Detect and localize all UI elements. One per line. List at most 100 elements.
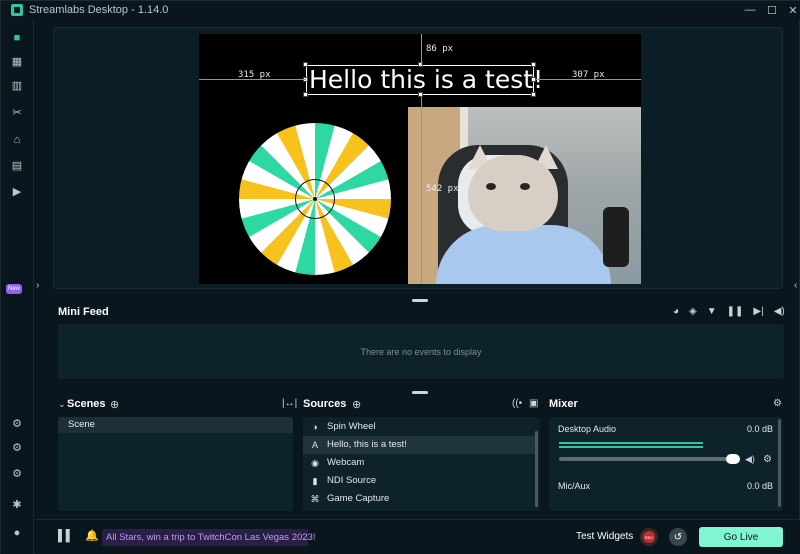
stats-icon[interactable]: ▌▌ <box>58 530 74 542</box>
gamepad-icon: ⌘ <box>310 494 320 504</box>
app-window: Streamlabs Desktop - 1.14.0 — ☐ ✕ ■ ▦ ▥ … <box>0 0 800 554</box>
maximize-button[interactable]: ☐ <box>761 1 783 19</box>
resize-splitter-top[interactable] <box>412 299 428 302</box>
sources-scrollbar[interactable] <box>535 431 538 507</box>
mini-feed-empty-text: There are no events to display <box>360 346 482 357</box>
channel-settings-gear-icon[interactable]: ⚙ <box>763 454 772 465</box>
themes-icon[interactable]: ✂ <box>10 106 24 120</box>
window-title: Streamlabs Desktop - 1.14.0 <box>29 4 169 16</box>
mini-feed-box: There are no events to display <box>58 324 784 379</box>
record-dot-icon: REC <box>643 531 655 543</box>
settings-icon[interactable]: ✱ <box>10 498 24 512</box>
cat-eye-right <box>520 183 530 190</box>
pie-icon[interactable]: ◕ <box>673 306 679 320</box>
replay-buffer-icon[interactable]: ↺ <box>669 528 687 546</box>
source-name: Spin Wheel <box>327 421 376 432</box>
speaker-icon[interactable]: ◀) <box>774 306 785 320</box>
title-bar: Streamlabs Desktop - 1.14.0 — ☐ ✕ <box>1 1 800 19</box>
pause-icon[interactable]: ❚❚ <box>727 306 744 320</box>
volume-slider-track[interactable] <box>559 457 737 461</box>
sources-list: ◑ Spin Wheel A Hello, this is a test! ◉ … <box>303 417 540 511</box>
app-store-icon[interactable]: ⌂ <box>10 133 24 147</box>
ndi-icon: ▮ <box>312 476 318 486</box>
mixer-scrollbar[interactable] <box>778 419 781 507</box>
guide-top-label: 86 px <box>426 44 454 54</box>
go-live-button[interactable]: Go Live <box>699 527 783 547</box>
source-item[interactable]: ◉ Webcam <box>303 454 535 472</box>
source-name: NDI Source <box>327 475 377 486</box>
mixer-channel-db: 0.0 dB <box>746 424 773 434</box>
mini-feed-controls: ◕ ◈ ▼ ❚❚ ▶| ◀) <box>673 306 785 320</box>
record-button[interactable]: REC <box>640 528 658 546</box>
minimize-button[interactable]: — <box>739 1 761 19</box>
studio-mode-icon[interactable]: ▥ <box>10 79 24 93</box>
cat-eye-left <box>486 183 496 190</box>
shield-icon[interactable]: ◈ <box>689 306 697 320</box>
scene-transition-icon[interactable]: |↔| <box>282 398 297 409</box>
resize-handle-bl[interactable] <box>303 92 308 97</box>
layout-icon[interactable]: ▦ <box>10 55 24 69</box>
skip-icon[interactable]: ▶| <box>753 306 763 320</box>
webcam-feed[interactable] <box>408 107 641 284</box>
highlighter-icon[interactable]: ▤ <box>10 159 24 173</box>
mixer-channel-name: Mic/Aux <box>558 481 591 491</box>
mixer-title: Mixer <box>549 398 578 410</box>
filter-icon[interactable]: ▼ <box>707 306 717 320</box>
streamlabs-logo-icon <box>11 4 23 16</box>
scene-name: Scene <box>68 419 95 430</box>
prime-icon[interactable]: ⚙ <box>10 467 24 481</box>
play-icon[interactable]: ▶ <box>10 185 24 199</box>
webcam-person-body <box>436 225 611 284</box>
settings-gear-icon[interactable]: ⚙ <box>10 417 24 431</box>
promo-banner[interactable]: All Stars, win a trip to TwitchCon Las V… <box>102 529 315 546</box>
source-item[interactable]: ▮ NDI Source <box>303 472 535 490</box>
spin-wheel-center <box>313 197 317 201</box>
resize-handle-br[interactable] <box>531 92 536 97</box>
scenes-list: Scene <box>58 417 293 511</box>
source-name: Webcam <box>327 457 365 468</box>
new-badge: New <box>6 284 22 294</box>
chevron-left-icon[interactable]: ‹ <box>794 280 797 291</box>
chevron-down-icon[interactable]: ⌄ <box>58 399 66 410</box>
editor-icon[interactable]: ■ <box>10 31 24 45</box>
guide-right-label: 307 px <box>572 70 605 80</box>
profile-icon[interactable]: ● <box>10 526 24 540</box>
webcam-lamp <box>603 207 629 267</box>
mixer-channel-db: 0.0 dB <box>746 481 773 491</box>
close-button[interactable]: ✕ <box>782 1 800 19</box>
notification-bell-icon[interactable]: 🔔 <box>85 529 99 542</box>
text-icon: A <box>311 440 318 450</box>
resize-handle-tr[interactable] <box>531 62 536 67</box>
scene-item[interactable]: Scene <box>58 417 293 433</box>
audio-meter-bar <box>559 446 703 448</box>
spin-wheel-icon: ◑ <box>312 422 318 432</box>
guide-left-label: 315 px <box>238 70 271 80</box>
guide-top <box>421 34 422 65</box>
volume-slider-knob[interactable] <box>726 454 740 464</box>
source-item[interactable]: A Hello, this is a test! <box>303 436 535 454</box>
source-item[interactable]: ◑ Spin Wheel <box>303 418 535 436</box>
ultra-icon[interactable]: ⚙ <box>10 441 24 455</box>
test-widgets-button[interactable]: Test Widgets <box>576 531 633 542</box>
resize-splitter-bottom[interactable] <box>412 391 428 394</box>
add-scene-icon[interactable]: ⊕ <box>110 398 119 411</box>
add-folder-icon[interactable]: ▣ <box>529 398 538 409</box>
sidebar: ■ ▦ ▥ ✂ ⌂ ▤ ▶ New ⚙ ⚙ ⚙ ✱ ● <box>1 19 34 554</box>
cat-face <box>468 155 558 231</box>
speaker-mute-icon[interactable]: ◀) <box>745 454 755 465</box>
mixer-settings-gear-icon[interactable]: ⚙ <box>773 398 782 409</box>
mixer-channel-name: Desktop Audio <box>558 424 617 434</box>
add-source-icon[interactable]: ⊕ <box>352 398 361 411</box>
source-item[interactable]: ⌘ Game Capture <box>303 490 535 508</box>
sources-title: Sources <box>303 398 347 410</box>
mini-feed-title: Mini Feed <box>58 306 109 318</box>
chevron-right-icon[interactable]: › <box>36 280 44 292</box>
guide-bottom <box>421 97 422 284</box>
resize-handle-tl[interactable] <box>303 62 308 67</box>
source-name: Game Capture <box>327 493 390 504</box>
source-name: Hello, this is a test! <box>327 439 407 450</box>
selection-box[interactable] <box>306 65 534 95</box>
mixer-panel: Desktop Audio 0.0 dB ◀) ⚙ Mic/Aux 0.0 dB <box>549 417 783 511</box>
audio-source-icon[interactable]: ((• <box>512 398 522 409</box>
scenes-title: Scenes <box>67 398 106 410</box>
